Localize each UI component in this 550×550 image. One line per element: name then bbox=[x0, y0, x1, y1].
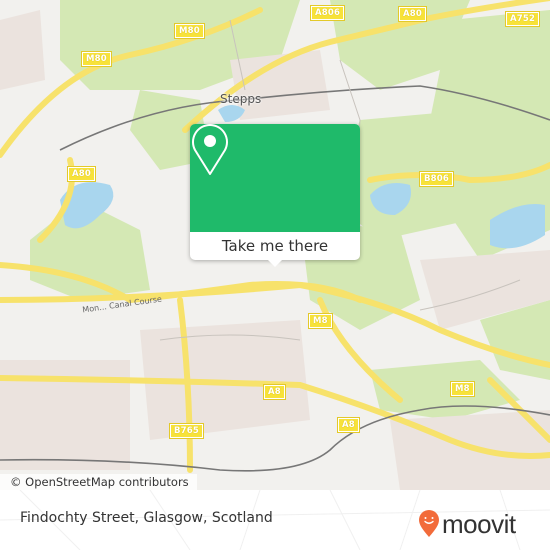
address-label: Findochty Street, Glasgow, Scotland bbox=[20, 510, 273, 526]
road-shield-b765: B765 bbox=[168, 423, 205, 439]
moovit-pin-icon bbox=[419, 510, 439, 537]
take-me-there-button[interactable]: Take me there bbox=[190, 232, 360, 260]
road-shield-a752: A752 bbox=[504, 11, 541, 27]
road-shield-b806: B806 bbox=[418, 171, 455, 187]
place-label-stepps: Stepps bbox=[220, 92, 262, 106]
location-popup: Take me there bbox=[190, 124, 360, 267]
map-view[interactable]: Stepps Mon... Canal Course M80 M80 A806 … bbox=[0, 0, 550, 490]
road-shield-m8: M8 bbox=[308, 313, 333, 329]
moovit-logo[interactable]: moovit bbox=[418, 510, 516, 538]
map-attribution[interactable]: © OpenStreetMap contributors bbox=[0, 474, 197, 490]
road-shield-m80: M80 bbox=[81, 51, 112, 67]
popup-pointer bbox=[267, 259, 283, 267]
road-shield-a80: A80 bbox=[397, 6, 428, 22]
road-shield-a8: A8 bbox=[263, 384, 286, 400]
moovit-wordmark: moovit bbox=[442, 509, 516, 539]
map-pin-icon bbox=[192, 124, 228, 175]
road-shield-m8: M8 bbox=[450, 381, 475, 397]
road-shield-a80: A80 bbox=[66, 166, 97, 182]
residential-area bbox=[0, 10, 45, 90]
road-shield-a806: A806 bbox=[309, 5, 346, 21]
popup-header bbox=[190, 124, 360, 232]
road-shield-m80: M80 bbox=[174, 23, 205, 39]
road-shield-a8: A8 bbox=[337, 417, 360, 433]
